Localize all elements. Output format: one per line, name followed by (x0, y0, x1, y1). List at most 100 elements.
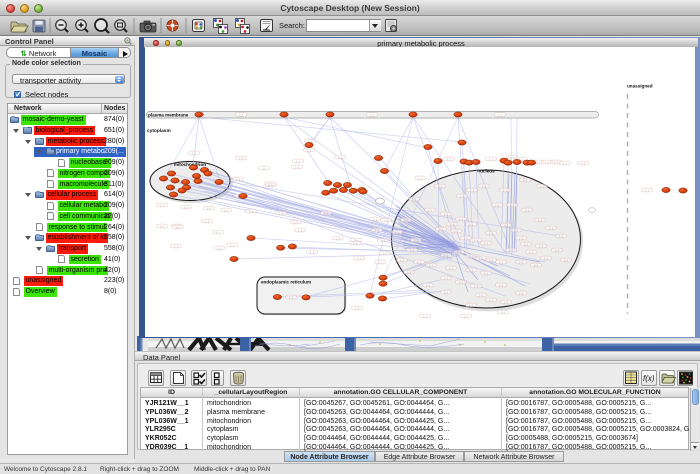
svg-text:[···]: [···] (469, 254, 473, 258)
svg-text:[···]: [···] (375, 228, 379, 232)
svg-text:[···]: [···] (469, 303, 473, 307)
svg-text:[···]: [···] (645, 188, 649, 192)
svg-text:[···]: [···] (509, 248, 513, 252)
svg-text:[···]: [···] (447, 157, 451, 161)
svg-text:[···]: [···] (519, 291, 523, 295)
svg-text:[···]: [···] (501, 310, 505, 314)
svg-text:[···]: [···] (474, 284, 478, 288)
svg-text:[···]: [···] (444, 276, 448, 280)
svg-text:f(x): f(x) (643, 374, 655, 383)
svg-text:[···]: [···] (407, 270, 411, 274)
svg-text:[···]: [···] (355, 306, 359, 310)
svg-text:[···]: [···] (529, 250, 533, 254)
svg-text:[···]: [···] (268, 182, 272, 186)
svg-text:[···]: [···] (459, 280, 463, 284)
svg-text:cytoplasm: cytoplasm (147, 128, 171, 134)
svg-text:[···]: [···] (495, 203, 499, 207)
svg-text:[···]: [···] (545, 160, 549, 164)
svg-text:plasma membrane: plasma membrane (148, 113, 189, 118)
svg-text:[···]: [···] (417, 260, 421, 264)
svg-text:[···]: [···] (400, 258, 404, 262)
svg-text:endoplasmic reticulum: endoplasmic reticulum (261, 280, 311, 285)
svg-text:[···]: [···] (174, 244, 178, 248)
svg-text:[···]: [···] (489, 258, 493, 262)
svg-text:[···]: [···] (489, 298, 493, 302)
svg-text:[···]: [···] (563, 161, 567, 165)
svg-text:[···]: [···] (410, 248, 414, 252)
svg-text:[···]: [···] (554, 160, 558, 164)
svg-text:[···]: [···] (426, 283, 430, 287)
svg-text:[···]: [···] (539, 244, 543, 248)
svg-text:[···]: [···] (504, 223, 508, 227)
svg-text:[···]: [···] (564, 258, 568, 262)
svg-text:[···]: [···] (489, 231, 493, 235)
svg-text:[···]: [···] (549, 226, 553, 230)
svg-text:[···]: [···] (262, 166, 266, 170)
svg-text:[···]: [···] (450, 222, 454, 226)
svg-text:[···]: [···] (454, 229, 458, 233)
svg-text:[···]: [···] (338, 155, 342, 159)
svg-text:[···]: [···] (460, 194, 464, 198)
svg-text:[···]: [···] (176, 225, 180, 229)
svg-text:[···]: [···] (514, 228, 518, 232)
svg-text:[···]: [···] (499, 283, 503, 287)
svg-text:[···]: [···] (249, 209, 253, 213)
svg-text:[···]: [···] (310, 250, 314, 254)
svg-text:unassigned: unassigned (627, 84, 653, 89)
svg-text:[···]: [···] (207, 206, 211, 210)
svg-text:[···]: [···] (544, 256, 548, 260)
svg-text:[···]: [···] (464, 314, 468, 318)
svg-text:[···]: [···] (504, 300, 508, 304)
svg-text:[···]: [···] (160, 203, 164, 207)
svg-text:[···]: [···] (383, 251, 387, 255)
svg-text:[···]: [···] (524, 242, 528, 246)
svg-text:[···]: [···] (469, 268, 473, 272)
svg-text:[···]: [···] (498, 113, 502, 117)
svg-text:[···]: [···] (160, 224, 164, 228)
svg-text:[···]: [···] (353, 241, 357, 245)
svg-text:[···]: [···] (479, 293, 483, 297)
svg-text:[···]: [···] (239, 156, 243, 160)
svg-text:[···]: [···] (324, 211, 328, 215)
svg-text:[···]: [···] (555, 248, 559, 252)
svg-text:[···]: [···] (489, 157, 493, 161)
svg-text:[···]: [···] (216, 230, 220, 234)
svg-text:[···]: [···] (336, 236, 340, 240)
svg-text:[···]: [···] (192, 151, 196, 155)
svg-text:[···]: [···] (444, 212, 448, 216)
svg-text:[···]: [···] (429, 263, 433, 267)
svg-text:[···]: [···] (503, 188, 507, 192)
svg-text:[···]: [···] (378, 260, 382, 264)
svg-text:[···]: [···] (294, 220, 298, 224)
svg-text:[···]: [···] (370, 113, 374, 117)
svg-text:[···]: [···] (224, 208, 228, 212)
svg-text:[···]: [···] (414, 238, 418, 242)
svg-text:[···]: [···] (474, 238, 478, 242)
svg-text:[···]: [···] (444, 290, 448, 294)
svg-text:[···]: [···] (444, 253, 448, 257)
svg-text:[···]: [···] (484, 241, 488, 245)
svg-text:[···]: [···] (295, 165, 299, 169)
svg-text:[···]: [···] (581, 161, 585, 165)
svg-text:[···]: [···] (519, 260, 523, 264)
svg-text:[···]: [···] (469, 222, 473, 226)
svg-text:[···]: [···] (296, 159, 300, 163)
svg-text:[···]: [···] (373, 217, 377, 221)
svg-text:[···]: [···] (289, 295, 293, 299)
svg-text:[···]: [···] (457, 250, 461, 254)
svg-text:[···]: [···] (534, 263, 538, 267)
svg-text:[···]: [···] (439, 227, 443, 231)
svg-text:[···]: [···] (205, 219, 209, 223)
svg-text:[···]: [···] (412, 197, 416, 201)
svg-text:[···]: [···] (510, 155, 514, 159)
svg-text:[···]: [···] (536, 160, 540, 164)
svg-text:[···]: [···] (307, 148, 311, 152)
svg-text:[···]: [···] (423, 314, 427, 318)
svg-text:[···]: [···] (298, 228, 302, 232)
svg-text:[···]: [···] (479, 256, 483, 260)
svg-text:[···]: [···] (523, 178, 527, 182)
svg-text:[···]: [···] (540, 184, 544, 188)
svg-text:[···]: [···] (559, 234, 563, 238)
svg-text:[···]: [···] (525, 208, 529, 212)
svg-text:[···]: [···] (428, 208, 432, 212)
